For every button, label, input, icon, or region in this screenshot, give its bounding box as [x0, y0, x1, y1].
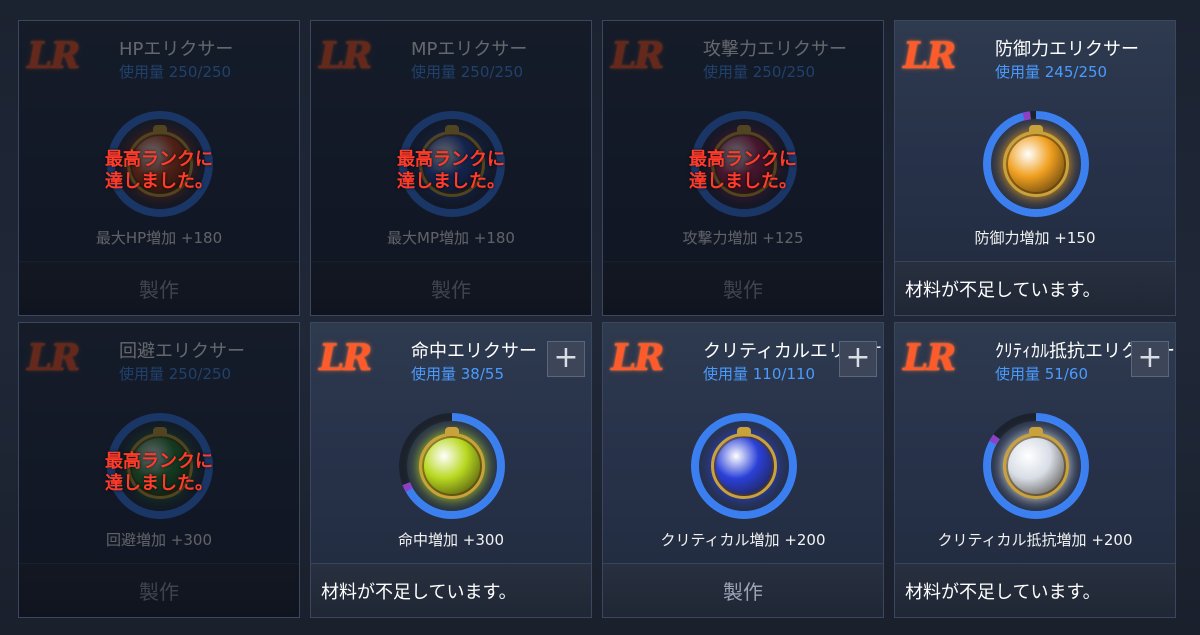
elixir-title: 攻撃力エリクサー	[703, 39, 847, 60]
elixir-grid: LR HPエリクサー 使用量 250/250 最大HP増加 +180 製作 最高ランクに …	[0, 0, 1200, 635]
gem-cage	[711, 433, 777, 499]
stat-effect: 最大HP増加 +180	[95, 229, 223, 247]
usage-count: 使用量 250/250	[119, 365, 232, 383]
elixir-defense-icon	[1003, 125, 1069, 197]
elixir-crit-resist-icon	[1003, 427, 1069, 499]
usage-count: 使用量 250/250	[411, 63, 524, 81]
insufficient-materials-label: 材料が不足しています。	[321, 582, 517, 603]
stat-effect: 回避増加 +300	[106, 531, 212, 549]
card-header: LR ｸﾘﾃｨｶﾙ抵抗エリクサー 使用量 51/60 +	[895, 323, 1175, 389]
stat-effect: 最大MP増加 +180	[387, 229, 515, 247]
card-header: LR 命中エリクサー 使用量 38/55 +	[311, 323, 591, 389]
card-header: LR 攻撃力エリクサー 使用量 250/250	[603, 21, 883, 87]
usage-count: 使用量 51/60	[995, 365, 1088, 383]
craft-button: 製作	[431, 278, 471, 302]
usage-count: 使用量 250/250	[703, 63, 816, 81]
card-footer: 製作	[603, 563, 883, 617]
craft-button[interactable]: 製作	[603, 564, 883, 617]
elixir-title: 回避エリクサー	[119, 341, 245, 362]
elixir-card[interactable]: LR 命中エリクサー 使用量 38/55 + 命中増加 +300 材料が不足しています。	[310, 322, 592, 618]
elixir-card: LR 攻撃力エリクサー 使用量 250/250 攻撃力増加 +125 製作 最高ランクに …	[602, 20, 884, 316]
elixir-title: MPエリクサー	[411, 39, 528, 60]
card-header: LR クリティカルエリクサー 使用量 110/110 +	[603, 323, 883, 389]
elixir-card: LR MPエリクサー 使用量 250/250 最大MP増加 +180 製作 最高ランクに …	[310, 20, 592, 316]
max-rank-message: 最高ランクに 達しました。	[689, 149, 797, 192]
rarity-badge: LR	[611, 337, 664, 379]
craft-button: 製作	[139, 580, 179, 604]
rarity-badge: LR	[903, 35, 956, 77]
rarity-badge: LR	[27, 337, 80, 379]
max-rank-message: 最高ランクに 達しました。	[105, 451, 213, 494]
gem-cage	[419, 433, 485, 499]
elixir-title: 命中エリクサー	[411, 341, 537, 362]
card-footer: 製作	[311, 261, 591, 315]
card-footer: 製作	[19, 261, 299, 315]
gem-cage	[1003, 131, 1069, 197]
gem-cage	[1003, 433, 1069, 499]
card-footer: 製作	[19, 563, 299, 617]
max-rank-message: 最高ランクに 達しました。	[397, 149, 505, 192]
usage-count: 使用量 250/250	[119, 63, 232, 81]
stat-effect: 命中増加 +300	[398, 531, 504, 549]
usage-progress-ring	[981, 411, 1091, 521]
plus-icon: +	[1137, 340, 1163, 375]
elixir-critical-icon	[711, 427, 777, 499]
elixir-card: LR HPエリクサー 使用量 250/250 最大HP増加 +180 製作 最高ランクに …	[18, 20, 300, 316]
elixir-card[interactable]: LR ｸﾘﾃｨｶﾙ抵抗エリクサー 使用量 51/60 + クリティカル抵抗増加 +200…	[894, 322, 1176, 618]
card-footer: 材料が不足しています。	[895, 563, 1175, 617]
stat-effect: クリティカル増加 +200	[660, 531, 826, 549]
elixir-accuracy-icon	[419, 427, 485, 499]
elixir-title: HPエリクサー	[119, 39, 234, 60]
insufficient-materials-label: 材料が不足しています。	[905, 582, 1101, 603]
card-header: LR 防御力エリクサー 使用量 245/250	[895, 21, 1175, 87]
add-button[interactable]: +	[547, 341, 585, 377]
usage-progress-ring	[981, 109, 1091, 219]
rarity-badge: LR	[611, 35, 664, 77]
card-header: LR 回避エリクサー 使用量 250/250	[19, 323, 299, 389]
plus-icon: +	[553, 340, 579, 375]
card-footer: 材料が不足しています。	[311, 563, 591, 617]
card-header: LR MPエリクサー 使用量 250/250	[311, 21, 591, 87]
rarity-badge: LR	[319, 35, 372, 77]
elixir-card: LR 回避エリクサー 使用量 250/250 回避増加 +300 製作 最高ランクに 達し…	[18, 322, 300, 618]
rarity-badge: LR	[27, 35, 80, 77]
stat-effect: 攻撃力増加 +125	[682, 229, 804, 247]
rarity-badge: LR	[903, 337, 956, 379]
elixir-card[interactable]: LR クリティカルエリクサー 使用量 110/110 + クリティカル増加 +200 製作	[602, 322, 884, 618]
card-header: LR HPエリクサー 使用量 250/250	[19, 21, 299, 87]
add-button[interactable]: +	[839, 341, 877, 377]
usage-count: 使用量 245/250	[995, 63, 1108, 81]
usage-progress-ring	[689, 411, 799, 521]
card-footer: 材料が不足しています。	[895, 261, 1175, 315]
plus-icon: +	[845, 340, 871, 375]
usage-count: 使用量 38/55	[411, 365, 504, 383]
add-button[interactable]: +	[1131, 341, 1169, 377]
rarity-badge: LR	[319, 337, 372, 379]
usage-progress-ring	[397, 411, 507, 521]
card-footer: 製作	[603, 261, 883, 315]
usage-count: 使用量 110/110	[703, 365, 816, 383]
stat-effect: クリティカル抵抗増加 +200	[937, 531, 1133, 549]
stat-effect: 防御力増加 +150	[974, 229, 1096, 247]
max-rank-message: 最高ランクに 達しました。	[105, 149, 213, 192]
craft-button: 製作	[723, 278, 763, 302]
insufficient-materials-label: 材料が不足しています。	[905, 280, 1101, 301]
elixir-card[interactable]: LR 防御力エリクサー 使用量 245/250 防御力増加 +150 材料が不足していま…	[894, 20, 1176, 316]
craft-button: 製作	[139, 278, 179, 302]
elixir-title: 防御力エリクサー	[995, 39, 1139, 60]
